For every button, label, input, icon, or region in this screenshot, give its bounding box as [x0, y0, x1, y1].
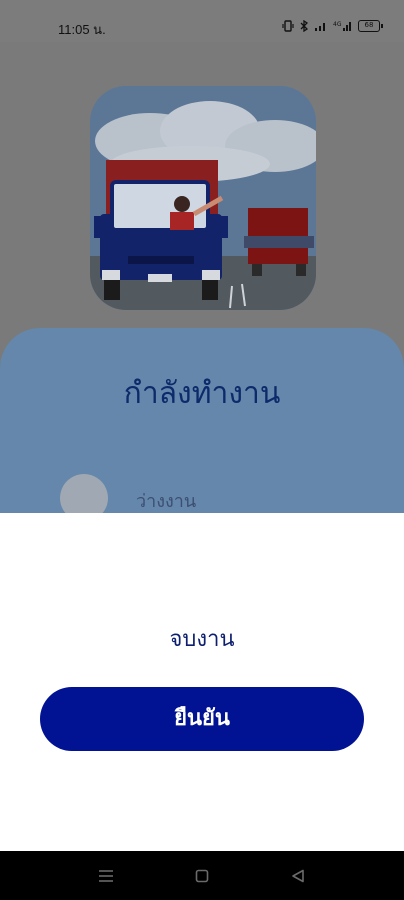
svg-text:4G: 4G	[333, 21, 342, 28]
home-icon[interactable]	[187, 863, 217, 889]
wifi-signal-icon: 4G	[333, 21, 351, 31]
status-bar: 11:05 น. 4G 68	[0, 0, 404, 42]
bluetooth-icon	[300, 20, 309, 32]
background-content: กำลังทำงาน ว่างงาน	[0, 42, 404, 588]
back-icon[interactable]	[283, 863, 313, 889]
truck-illustration	[90, 86, 316, 310]
app-screen: 11:05 น. 4G 68 กำลังทำงาน ว่างงาน จบงาน …	[0, 0, 404, 900]
navigation-bar	[0, 851, 404, 900]
battery-icon: 68	[358, 20, 383, 32]
card-title: กำลังทำงาน	[123, 376, 281, 411]
sheet-message: จบงาน	[169, 627, 235, 652]
vibrate-icon	[282, 20, 294, 32]
bottom-sheet: จบงาน ยืนยัน	[0, 513, 404, 851]
status-time: 11:05 น.	[58, 22, 106, 37]
status-icons: 4G 68	[282, 18, 383, 34]
signal-icon	[315, 23, 325, 31]
menu-icon[interactable]	[91, 863, 121, 889]
confirm-button[interactable]: ยืนยัน	[40, 687, 364, 751]
radio-label: ว่างงาน	[136, 491, 197, 512]
